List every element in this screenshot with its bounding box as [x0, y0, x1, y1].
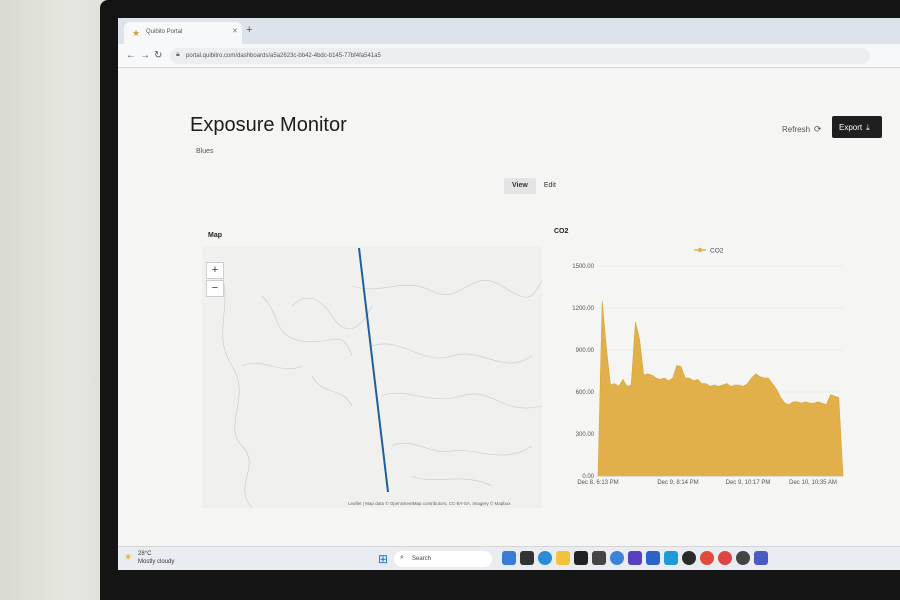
legend-label: CO2	[710, 248, 724, 255]
word-icon[interactable]	[646, 551, 660, 565]
co2-chart: 0.00300.00600.00900.001200.001500.00Dec …	[572, 247, 844, 486]
windows-start-icon[interactable]: ⊞	[378, 552, 388, 566]
zoom-out-button[interactable]: −	[206, 280, 224, 297]
y-tick-label: 300.00	[576, 432, 595, 438]
tab-edit[interactable]: Edit	[536, 178, 564, 194]
address-bar: ← → ↻ 🔒︎ portal.quibitro.com/dashboards/…	[118, 44, 900, 68]
map-panel: Map + − Leaflet | Map data © OpenStreetM…	[202, 232, 542, 508]
map-view[interactable]: + − Leaflet | Map data © OpenStreetMap c…	[202, 246, 542, 508]
back-arrow-icon[interactable]: ←	[126, 50, 136, 61]
y-tick-label: 600.00	[576, 390, 595, 396]
new-tab-icon[interactable]: +	[246, 24, 252, 36]
view-edit-toggle: View Edit	[504, 178, 564, 194]
weather-temp: 28°C	[138, 551, 152, 557]
taskbar-search[interactable]: ⌕ Search	[394, 551, 492, 567]
legend-swatch-dot	[697, 247, 703, 253]
app-icon-1[interactable]	[502, 551, 516, 565]
lock-icon: 🔒︎	[176, 51, 180, 58]
app-icon-14[interactable]	[736, 551, 750, 565]
app-icon-7[interactable]	[610, 551, 624, 565]
app-icon-10[interactable]	[664, 551, 678, 565]
reload-icon[interactable]: ↻	[154, 50, 162, 61]
folder-icon[interactable]	[556, 551, 570, 565]
url-text: portal.quibitro.com/dashboards/a5a2623c-…	[186, 53, 381, 59]
page-title: Exposure Monitor	[190, 114, 347, 136]
app-icon-11[interactable]	[682, 551, 696, 565]
download-icon: ⤓	[866, 123, 870, 132]
terminal-icon[interactable]	[574, 551, 588, 565]
map-title: Map	[208, 232, 222, 239]
map-tiles	[221, 247, 542, 508]
y-tick-label: 900.00	[576, 348, 595, 354]
y-tick-label: 1500.00	[572, 264, 594, 270]
app-icon-8[interactable]	[628, 551, 642, 565]
browser-tab[interactable]: ★ Quibito Portal ✕	[124, 22, 242, 44]
dashboard-page: Exposure Monitor Blues Refresh ⟳ Export ⤓ …	[118, 68, 900, 546]
tab-view[interactable]: View	[504, 178, 536, 194]
url-field[interactable]: 🔒︎ portal.quibitro.com/dashboards/a5a262…	[170, 48, 870, 64]
y-tick-label: 1200.00	[572, 306, 594, 312]
refresh-icon: ⟳	[814, 124, 822, 134]
weather-widget[interactable]: 28°C Mostly cloudy	[138, 550, 174, 566]
weather-icon: ☀	[124, 552, 133, 562]
teams-icon[interactable]	[754, 551, 768, 565]
edge-icon[interactable]	[538, 551, 552, 565]
chrome-icon[interactable]	[700, 551, 714, 565]
refresh-button[interactable]: Refresh ⟳	[782, 124, 822, 135]
windows-taskbar: ☀ 28°C Mostly cloudy ⊞ ⌕ Search	[118, 546, 900, 570]
co2-chart-panel: CO2 0.00 300.00 600.00 900.00 1200.00 1500.00…	[548, 228, 900, 538]
app-icon-6[interactable]	[592, 551, 606, 565]
map-attribution: Leaflet | Map data © OpenStreetMap contr…	[348, 501, 511, 506]
x-tick-label: Dec 9, 10:17 PM	[726, 480, 771, 486]
zoom-in-button[interactable]: +	[206, 262, 224, 279]
map-coastlines	[221, 275, 542, 508]
refresh-label: Refresh	[782, 125, 811, 134]
export-label: Export	[839, 123, 863, 132]
laptop-screen: ★ Quibito Portal ✕ + ← → ↻ 🔒︎ portal.qui…	[118, 18, 900, 570]
co2-area-series	[597, 300, 844, 477]
app-icon-2[interactable]	[520, 551, 534, 565]
search-label: Search	[412, 556, 432, 562]
close-icon[interactable]: ✕	[232, 27, 238, 35]
route-line	[358, 247, 389, 493]
browser-tab-bar: ★ Quibito Portal ✕ +	[118, 18, 900, 44]
forward-arrow-icon[interactable]: →	[140, 50, 150, 61]
x-tick-label: Dec 9, 8:14 PM	[657, 480, 698, 486]
x-tick-label: Dec 8, 6:13 PM	[577, 480, 618, 486]
search-icon: ⌕	[400, 554, 404, 561]
page-subtitle: Blues	[196, 148, 214, 155]
app-icon-13[interactable]	[718, 551, 732, 565]
export-button[interactable]: Export ⤓	[832, 116, 882, 138]
star-icon: ★	[132, 28, 141, 38]
tab-title: Quibito Portal	[146, 29, 183, 35]
x-tick-label: Dec 10, 10:35 AM	[789, 480, 837, 486]
weather-desc: Mostly cloudy	[138, 559, 175, 565]
